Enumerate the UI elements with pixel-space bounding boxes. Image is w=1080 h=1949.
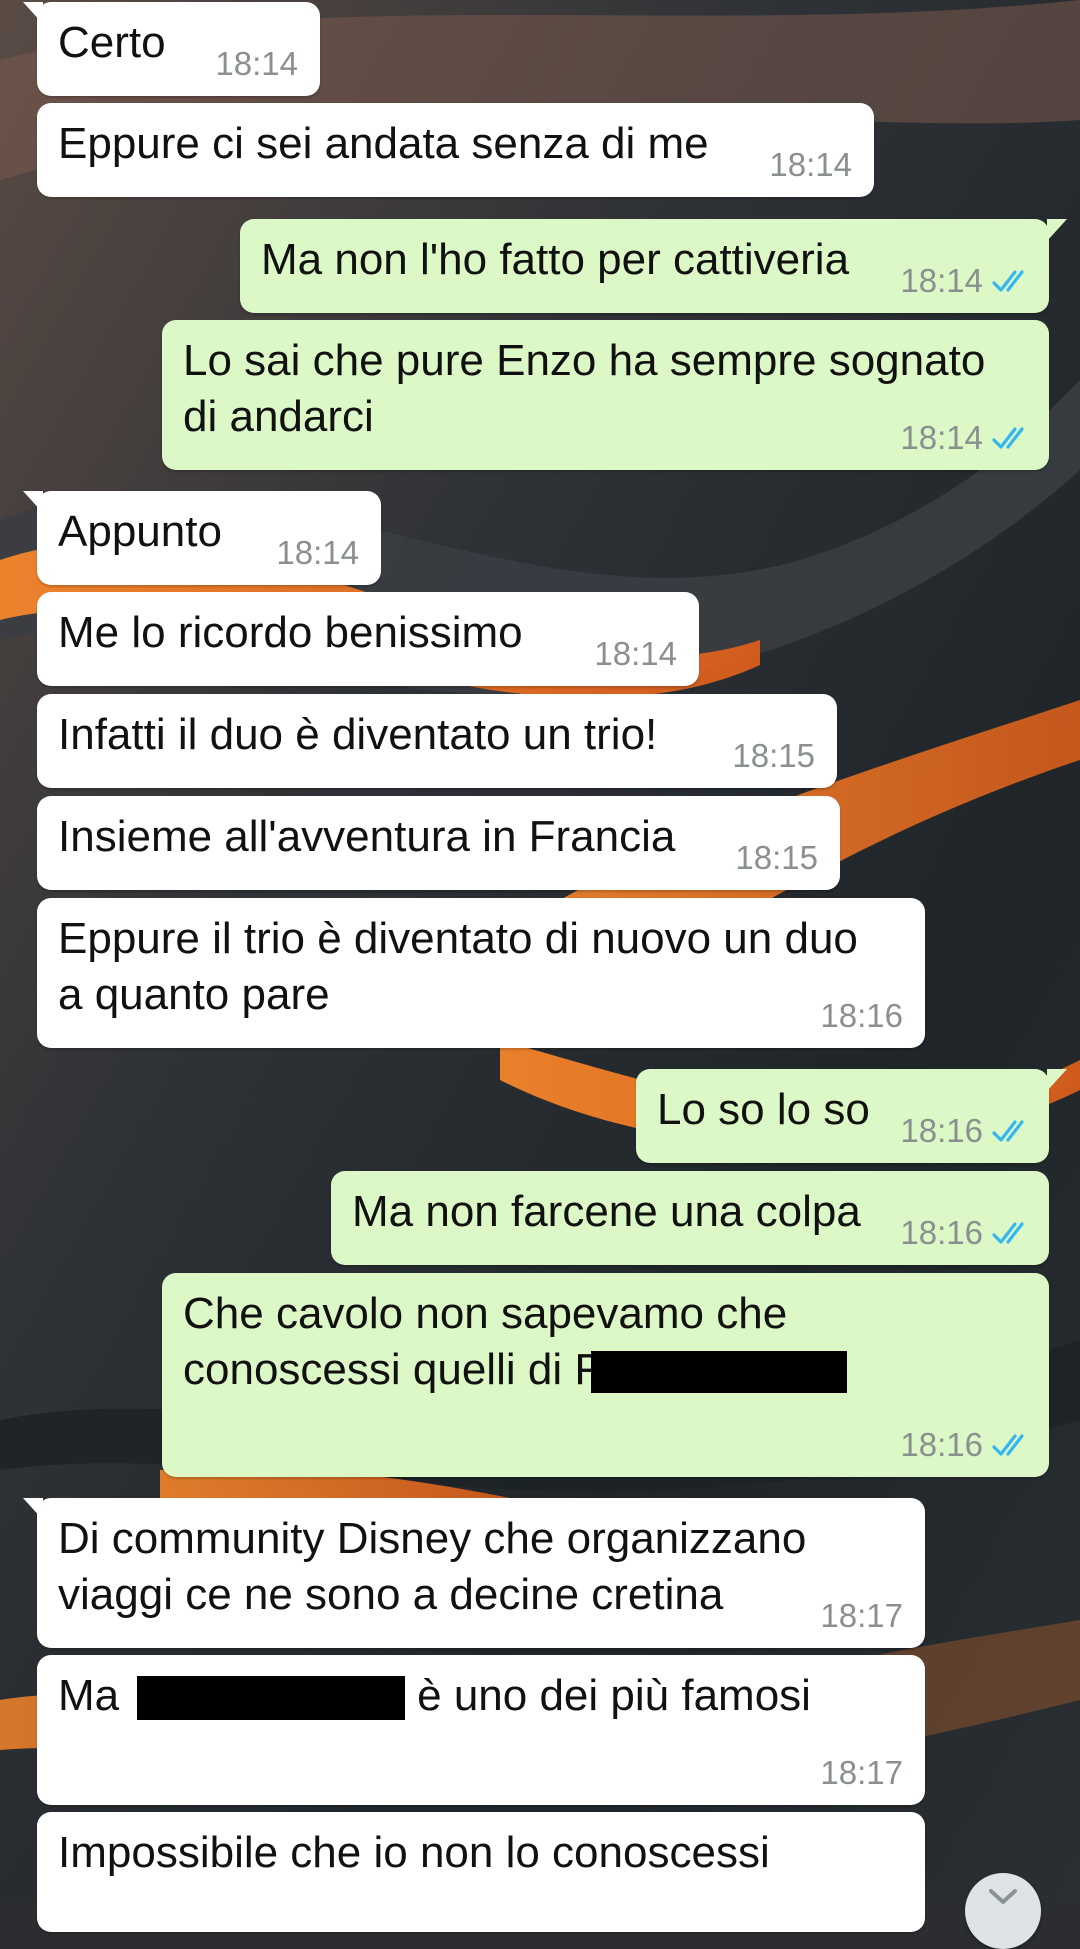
redacted-text [591,1351,848,1394]
message-text-part: Ma [58,1671,120,1720]
message-bubble-outgoing[interactable]: Lo so lo so 18:16 [636,1069,1067,1163]
message-text: Impossibile che io non lo conoscessi [58,1828,770,1877]
message-time: 18:16 [900,1426,983,1463]
message-time: 18:14 [594,635,677,672]
message-bubble-outgoing[interactable]: Lo sai che pure Enzo ha sempre sognato d… [162,320,1049,470]
message-time: 18:14 [769,146,852,183]
message-text-line: Lo sai che pure Enzo ha sempre sognato [183,336,986,385]
scroll-to-bottom-button[interactable] [965,1873,1041,1949]
message-bubble-incoming[interactable]: Eppure il trio è diventato di nuovo un d… [37,898,925,1048]
message-time: 18:14 [276,534,359,571]
message-bubble-incoming[interactable]: Insieme all'avventura in Francia 18:15 [37,796,840,890]
message-bubble-incoming[interactable]: Impossibile che io non lo conoscessi [37,1812,925,1932]
message-text: Infatti il duo è diventato un trio! [58,710,658,759]
message-time: 18:17 [820,1597,903,1634]
message-bubble-incoming[interactable]: Di community Disney che organizzano viag… [23,1498,925,1648]
message-text: Me lo ricordo benissimo [58,608,523,657]
message-time: 18:14 [215,45,298,82]
chevron-down-icon [989,1889,1017,1904]
message-text: Insieme all'avventura in Francia [58,812,676,861]
message-text-line: conoscessi quelli di F [183,1345,602,1394]
message-time: 18:15 [732,737,815,774]
message-text: Eppure ci sei andata senza di me [58,119,709,168]
message-text-line: Di community Disney che organizzano [58,1514,807,1563]
message-bubble-incoming[interactable]: Eppure ci sei andata senza di me 18:14 [37,103,874,197]
message-bubble-incoming[interactable]: Infatti il duo è diventato un trio! 18:1… [37,694,837,788]
message-text-line: Eppure il trio è diventato di nuovo un d… [58,914,858,963]
bubble-tail [23,1498,43,1520]
message-text: Ma non farcene una colpa [352,1187,861,1236]
message-time: 18:16 [820,997,903,1034]
message-text-line: Che cavolo non sapevamo che [183,1289,788,1338]
message-time: 18:16 [900,1112,983,1149]
bubble-tail [23,2,43,24]
read-ticks-icon [992,1120,1024,1142]
read-ticks-icon [992,270,1024,292]
message-text: Certo [58,18,166,67]
message-bubble-outgoing[interactable]: Che cavolo non sapevamo che conoscessi q… [162,1273,1049,1477]
chat-thread[interactable]: Certo 18:14 Eppure ci sei andata senza d… [0,0,1080,1932]
message-text-line: a quanto pare [58,970,330,1019]
message-text: Ma non l'ho fatto per cattiveria [261,235,850,284]
redacted-text [137,1676,406,1721]
message-bubble-incoming[interactable]: Ma è uno dei più famosi 18:17 [37,1655,925,1805]
message-bubble-incoming[interactable]: Appunto 18:14 [23,491,381,585]
bubble-tail [1047,1069,1067,1091]
message-bubble-outgoing[interactable]: Ma non l'ho fatto per cattiveria 18:14 [240,219,1067,313]
message-text: Lo so lo so [657,1085,870,1134]
message-time: 18:17 [820,1754,903,1791]
message-time: 18:14 [900,419,983,456]
message-bubble-incoming[interactable]: Certo 18:14 [23,2,320,96]
message-time: 18:14 [900,262,983,299]
bubble-tail [1047,219,1067,241]
message-time: 18:15 [735,839,818,876]
read-ticks-icon [992,1222,1024,1244]
message-bubble-outgoing[interactable]: Ma non farcene una colpa 18:16 [331,1171,1049,1265]
bubble-tail [23,491,43,513]
message-text-line: viaggi ce ne sono a decine cretina [58,1570,724,1619]
message-text-part: è uno dei più famosi [417,1671,811,1720]
message-time: 18:16 [900,1214,983,1251]
read-ticks-icon [992,427,1024,449]
message-text: Appunto [58,507,222,556]
message-text-line: di andarci [183,392,374,441]
message-bubble-incoming[interactable]: Me lo ricordo benissimo 18:14 [37,592,699,686]
read-ticks-icon [992,1434,1024,1456]
